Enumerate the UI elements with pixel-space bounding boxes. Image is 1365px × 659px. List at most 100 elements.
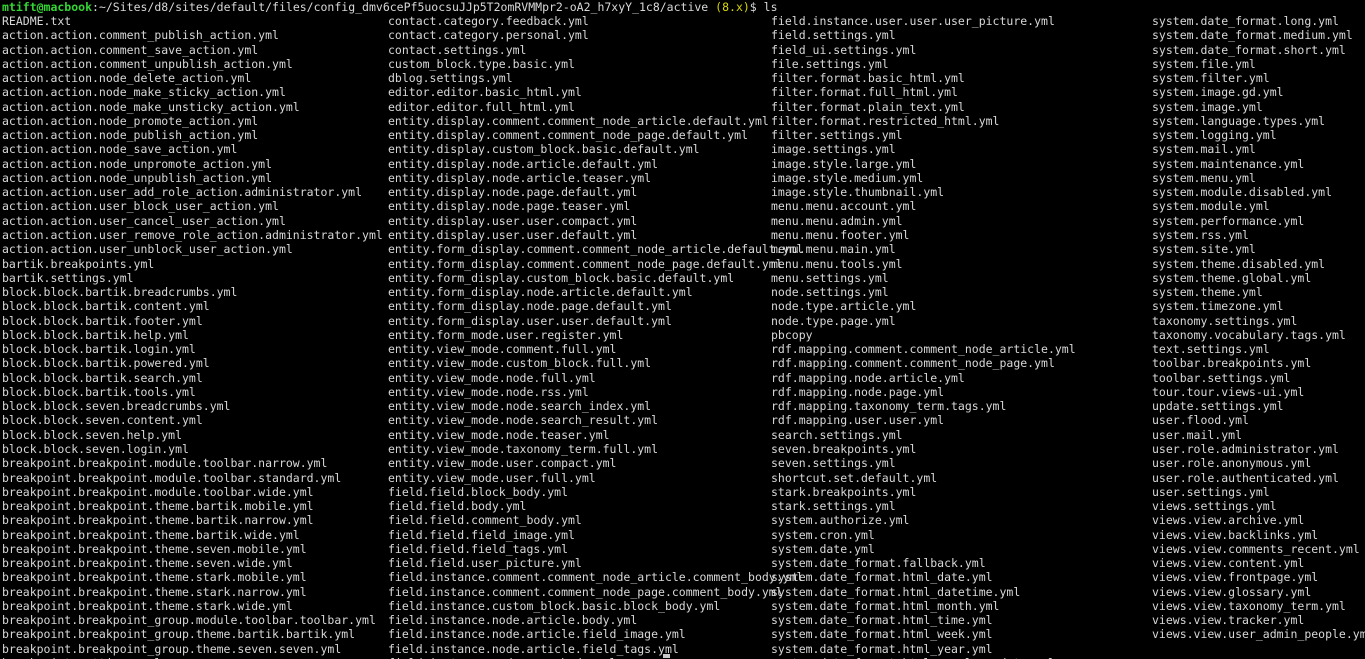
file-entry: field.field.user_picture.yml	[388, 556, 582, 571]
file-entry: system.date_format.html_date.yml	[771, 570, 993, 585]
file-entry: system.theme.yml	[1152, 285, 1263, 300]
file-entry: action.action.user_unblock_user_action.y…	[2, 242, 293, 257]
file-entry: action.action.user_block_user_action.yml	[2, 199, 279, 214]
file-entry: system.date_format.html_month.yml	[771, 598, 1000, 613]
file-entry: action.action.node_publish_action.yml	[2, 128, 259, 143]
file-entry: system.authorize.yml	[771, 513, 910, 528]
file-entry: bartik.settings.yml	[2, 270, 134, 285]
file-entry: action.action.comment_unpublish_action.y…	[2, 56, 293, 71]
prompt-path: ~/Sites/d8/sites/default/files/config_dm…	[98, 0, 709, 14]
file-entry: field.instance.node.article.field_tags.y…	[388, 641, 679, 656]
file-entry: field.field.comment_body.yml	[388, 513, 582, 528]
file-entry: entity.form_display.comment.comment_node…	[388, 256, 783, 271]
file-entry: views.view.backlinks.yml	[1152, 527, 1319, 542]
file-entry: breakpoint.breakpoint.theme.bartik.narro…	[2, 513, 314, 528]
file-entry: action.action.node_promote_action.yml	[2, 113, 259, 128]
file-entry: entity.form_display.node.article.default…	[388, 285, 693, 300]
file-entry: system.date_format.long.yml	[1152, 14, 1339, 28]
file-entry: block.block.bartik.help.yml	[2, 327, 189, 342]
ls-output: README.txt action.action.comment_publish_…	[0, 14, 1365, 659]
file-entry: views.view.tracker.yml	[1152, 613, 1305, 628]
file-entry: rdf.mapping.taxonomy_term.tags.yml	[771, 399, 1007, 414]
file-entry: action.action.comment_publish_action.yml	[2, 28, 279, 43]
file-entry: block.block.bartik.content.yml	[2, 299, 210, 314]
file-entry: entity.display.comment.comment_node_page…	[388, 128, 749, 143]
file-entry: breakpoint.breakpoint.module.toolbar.sta…	[2, 470, 342, 485]
file-entry: file.settings.yml	[771, 56, 889, 71]
prompt-user-host: mtift@macbook	[2, 0, 93, 14]
file-entry: entity.view_mode.node.rss.yml	[388, 384, 589, 399]
file-entry: views.view.frontpage.yml	[1152, 570, 1319, 585]
file-entry: field.instance.comment.comment_node_page…	[388, 584, 783, 599]
file-entry: menu.settings.yml	[771, 270, 889, 285]
file-entry: contact.category.personal.yml	[388, 28, 589, 43]
file-entry: system.language.types.yml	[1152, 113, 1326, 128]
file-entry: user.role.anonymous.yml	[1152, 456, 1312, 471]
file-entry: shortcut.set.default.yml	[771, 470, 938, 485]
file-entry: editor.editor.basic_html.yml	[388, 85, 582, 100]
file-entry: entity.form_display.comment.comment_node…	[388, 242, 804, 257]
file-entry: image.settings.yml	[771, 142, 896, 157]
file-entry: dblog.settings.yml	[388, 71, 513, 86]
file-entry: entity.view_mode.node.search_result.yml	[388, 413, 659, 428]
file-entry: filter.format.plain_text.yml	[771, 99, 965, 114]
file-entry: breakpoint.breakpoint.theme.bartik.wide.…	[2, 527, 300, 542]
file-entry: field_ui.settings.yml	[771, 42, 917, 57]
file-entry: breakpoint.breakpoint.module.toolbar.nar…	[2, 456, 328, 471]
file-entry: system.filter.yml	[1152, 71, 1270, 86]
file-entry: system.date_format.html_week.yml	[771, 627, 993, 642]
file-entry: breakpoint.breakpoint.theme.stark.wide.y…	[2, 598, 293, 613]
file-entry: breakpoint.breakpoint.theme.seven.wide.y…	[2, 556, 293, 571]
file-entry: system.date_format.html_year.yml	[771, 641, 993, 656]
file-entry: entity.form_display.node.page.default.ym…	[388, 299, 672, 314]
file-entry: field.field.block_body.yml	[388, 484, 569, 499]
file-entry: breakpoint.breakpoint.theme.bartik.mobil…	[2, 499, 314, 514]
file-entry: system.timezone.yml	[1152, 299, 1284, 314]
file-entry: system.maintenance.yml	[1152, 156, 1305, 171]
file-entry: field.instance.user.user.user_picture.ym…	[771, 14, 1055, 28]
file-entry: field.field.field_tags.yml	[388, 541, 569, 556]
file-entry: action.action.user_add_role_action.admin…	[2, 185, 363, 200]
file-entry: taxonomy.settings.yml	[1152, 313, 1298, 328]
file-entry: system.image.yml	[1152, 99, 1263, 114]
text-cursor	[663, 654, 670, 658]
file-entry: text.settings.yml	[1152, 342, 1270, 357]
file-entry: pbcopy	[771, 327, 813, 342]
terminal-window[interactable]: mtift@macbook:~/Sites/d8/sites/default/f…	[0, 0, 1365, 659]
file-entry: action.action.user_cancel_user_action.ym…	[2, 213, 286, 228]
file-entry: node.type.article.yml	[771, 299, 917, 314]
file-entry: update.settings.yml	[1152, 399, 1284, 414]
prompt-separator: :	[92, 0, 99, 14]
file-entry: user.settings.yml	[1152, 484, 1270, 499]
file-entry: views.settings.yml	[1152, 499, 1277, 514]
file-entry: action.action.node_make_sticky_action.ym…	[2, 85, 286, 100]
file-entry: entity.display.user.user.compact.yml	[388, 213, 638, 228]
file-entry: entity.display.node.article.default.yml	[388, 156, 659, 171]
shell-prompt-line: mtift@macbook:~/Sites/d8/sites/default/f…	[2, 0, 778, 14]
file-entry: user.role.administrator.yml	[1152, 441, 1339, 456]
file-entry: field.settings.yml	[771, 28, 896, 43]
file-entry: system.performance.yml	[1152, 213, 1305, 228]
file-entry: block.block.seven.breadcrumbs.yml	[2, 399, 231, 414]
file-entry: contact.category.feedback.yml	[388, 14, 589, 28]
file-entry: views.view.comments_recent.yml	[1152, 541, 1360, 556]
file-entry: system.date_format.short.yml	[1152, 42, 1346, 57]
file-entry: entity.view_mode.user.compact.yml	[388, 456, 617, 471]
file-entry: breakpoint.breakpoint.module.toolbar.wid…	[2, 484, 314, 499]
file-entry: views.view.user_admin_people.yml	[1152, 627, 1365, 642]
file-entry: views.view.content.yml	[1152, 556, 1305, 571]
file-entry: entity.view_mode.custom_block.full.yml	[388, 356, 652, 371]
file-entry: rdf.mapping.comment.comment_node_article…	[771, 342, 1076, 357]
file-entry: system.rss.yml	[1152, 227, 1249, 242]
file-entry: system.theme.global.yml	[1152, 270, 1312, 285]
file-entry: block.block.bartik.footer.yml	[2, 313, 203, 328]
file-entry: menu.menu.footer.yml	[771, 227, 910, 242]
file-entry: entity.form_display.custom_block.basic.d…	[388, 270, 735, 285]
file-entry: stark.breakpoints.yml	[771, 484, 917, 499]
prompt-command: ls	[756, 0, 778, 14]
file-entry: block.block.bartik.login.yml	[2, 342, 196, 357]
file-entry: entity.view_mode.node.full.yml	[388, 370, 596, 385]
file-entry: system.cron.yml	[771, 527, 875, 542]
file-entry: entity.form_display.user.user.default.ym…	[388, 313, 672, 328]
file-entry: breakpoint.breakpoint_group.theme.seven.…	[2, 641, 342, 656]
